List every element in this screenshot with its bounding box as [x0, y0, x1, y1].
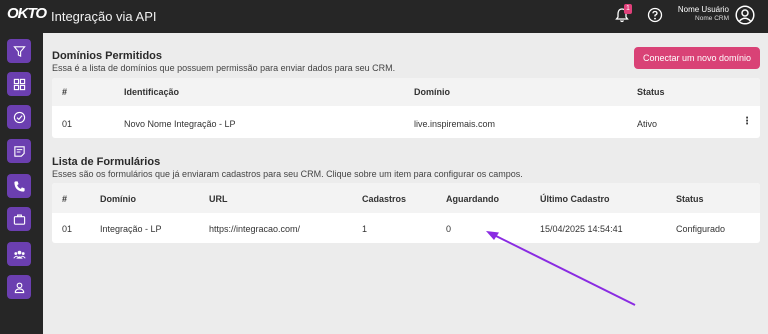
sidebar-item-team[interactable]: [7, 242, 31, 266]
app-logo[interactable]: OKTO: [7, 5, 47, 22]
domains-table: # Identificação Domínio Status 01 Novo N…: [52, 78, 760, 138]
dashboard-icon: [13, 78, 25, 90]
note-icon: [13, 145, 25, 157]
top-bar: OKTO Integração via API 1 Nome Usuário N…: [0, 0, 768, 33]
help-icon[interactable]: [647, 7, 663, 23]
avatar-icon[interactable]: [735, 5, 755, 25]
user-name[interactable]: Nome Usuário: [667, 5, 729, 14]
briefcase-icon: [13, 213, 25, 225]
column-header-domain: Domínio: [100, 194, 136, 204]
row-domain: live.inspiremais.com: [414, 119, 496, 129]
column-header-domain: Domínio: [414, 87, 450, 97]
filter-icon: [12, 45, 26, 57]
sidebar-item-calls[interactable]: [7, 174, 31, 198]
row-identification: Novo Nome Integração - LP: [124, 119, 236, 129]
notification-badge: 1: [624, 4, 632, 14]
column-header-aguardando: Aguardando: [446, 194, 499, 204]
row-cadastros: 1: [362, 224, 368, 234]
sidebar-item-notes[interactable]: [7, 139, 31, 163]
page-title: Integração via API: [51, 9, 157, 24]
phone-icon: [13, 180, 25, 192]
domains-table-header: # Identificação Domínio Status: [52, 78, 760, 106]
column-header-number: #: [62, 87, 68, 97]
forms-section-description: Esses são os formulários que já enviaram…: [52, 169, 523, 179]
column-header-last-registration: Último Cadastro: [540, 194, 610, 204]
row-number: 01: [62, 119, 73, 129]
user-icon: [14, 282, 24, 293]
row-number: 01: [62, 224, 73, 234]
check-circle-icon: [13, 111, 25, 123]
sidebar: [0, 33, 43, 334]
forms-table-header: # Domínio URL Cadastros Aguardando Últim…: [52, 183, 760, 213]
connect-domain-button[interactable]: Conectar um novo domínio: [634, 47, 760, 69]
row-status: Ativo: [637, 119, 658, 129]
sidebar-item-filter[interactable]: [7, 39, 31, 63]
sidebar-item-business[interactable]: [7, 207, 31, 231]
column-header-number: #: [62, 194, 68, 204]
column-header-status: Status: [676, 194, 704, 204]
sidebar-item-dashboard[interactable]: [7, 72, 31, 96]
sidebar-item-profile[interactable]: [7, 275, 31, 299]
row-url: https://integracao.com/: [209, 224, 301, 234]
forms-table: # Domínio URL Cadastros Aguardando Últim…: [52, 183, 760, 243]
row-last-registration: 15/04/2025 14:54:41: [540, 224, 623, 234]
kebab-menu-icon[interactable]: ⋮: [742, 116, 752, 127]
domains-section-title: Domínios Permitidos: [52, 50, 163, 62]
row-domain: Integração - LP: [100, 224, 162, 234]
domains-section-description: Essa é a lista de domínios que possuem p…: [52, 63, 396, 73]
column-header-url: URL: [209, 194, 228, 204]
team-icon: [12, 250, 26, 259]
row-aguardando: 0: [446, 224, 452, 234]
column-header-identification: Identificação: [124, 87, 180, 97]
column-header-cadastros: Cadastros: [362, 194, 407, 204]
sidebar-item-tasks[interactable]: [7, 105, 31, 129]
column-header-status: Status: [637, 87, 665, 97]
row-status: Configurado: [676, 224, 726, 234]
user-crm-name: Nome CRM: [695, 15, 729, 22]
forms-section-title: Lista de Formulários: [52, 156, 161, 168]
